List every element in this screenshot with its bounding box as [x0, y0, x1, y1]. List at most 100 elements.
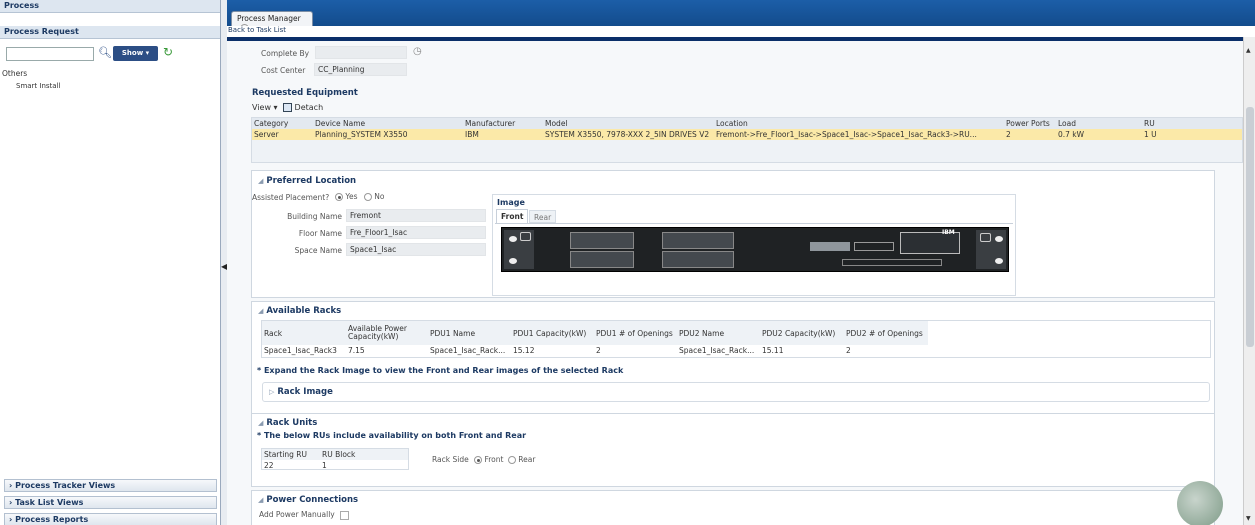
available-racks-table: Rack Available Power Capacity(kW) PDU1 N… [261, 320, 1211, 358]
preferred-location-label: Preferred Location [266, 176, 357, 186]
tab-rear[interactable]: Rear [529, 210, 557, 223]
tab-front[interactable]: Front [496, 209, 529, 223]
yes-label: Yes [345, 192, 358, 201]
collapse-icon: ◢ [258, 496, 264, 504]
rack-units-title[interactable]: ◢ Rack Units [258, 418, 317, 428]
tab-divider [495, 223, 1013, 224]
yes-radio[interactable] [335, 193, 343, 201]
scroll-up-icon[interactable]: ▲ [1246, 47, 1251, 54]
collapse-icon: ◢ [258, 177, 264, 185]
search-input[interactable] [6, 47, 94, 61]
building-name-label: Building Name [287, 212, 342, 221]
sidebar-item-smart-install[interactable]: Smart Install [16, 82, 60, 90]
power-connections-panel: ◢ Power Connections Add Power Manually [251, 490, 1215, 525]
drive-bay [662, 251, 734, 268]
collapse-icon: ◢ [258, 307, 264, 315]
requested-equipment-title: Requested Equipment [252, 88, 358, 98]
back-to-task-list-link[interactable]: Back to Task List [227, 26, 1255, 37]
cost-center-field: CC_Planning [314, 63, 407, 76]
rack-side-group: Rack Side Front Rear [432, 455, 535, 464]
rear-radio[interactable] [507, 456, 516, 464]
column-header[interactable]: PDU2 # of Openings [844, 321, 928, 345]
column-header[interactable]: Rack [262, 321, 346, 345]
space-name-field: Space1_Isac [346, 243, 486, 256]
show-button[interactable]: Show ▾ [113, 46, 158, 61]
main-area: Process Manager ✕ Back to Task List Comp… [227, 0, 1255, 525]
table-cell: 2 [846, 346, 851, 355]
front-radio[interactable] [474, 456, 483, 464]
process-header: Process [0, 0, 220, 13]
column-header[interactable]: Load [1056, 118, 1142, 129]
refresh-icon[interactable]: ↻ [163, 45, 173, 59]
table-row[interactable]: Space1_Isac_Rack3 7.15 Space1_Isac_Rack.… [262, 345, 928, 356]
table-cell: 1 [322, 461, 327, 470]
table-row[interactable]: Server Planning_SYSTEM X3550 IBM SYSTEM … [252, 129, 1242, 140]
floor-name-label: Floor Name [298, 229, 342, 238]
rack-image-header[interactable]: ▷ Rack Image [269, 387, 333, 397]
tab-process-manager[interactable]: Process Manager ✕ [231, 11, 313, 33]
available-racks-panel: ◢ Available Racks Rack Available Power C… [251, 301, 1215, 418]
building-name-field: Fremont [346, 209, 486, 222]
calendar-icon[interactable]: ◷ [413, 46, 422, 57]
rack-units-label: Rack Units [266, 418, 318, 428]
column-header[interactable]: PDU1 # of Openings [594, 321, 677, 345]
assisted-placement-radio-group: Yes No [335, 192, 384, 201]
process-reports-label: Process Reports [15, 515, 89, 524]
table-row[interactable]: 22 1 [262, 460, 408, 471]
power-connections-title[interactable]: ◢ Power Connections [258, 495, 358, 505]
expand-icon: › [9, 498, 13, 507]
rear-label: Rear [518, 455, 536, 464]
column-header[interactable]: PDU2 Capacity(kW) [760, 321, 844, 345]
preferred-location-panel: ◢ Preferred Location Assisted Placement?… [251, 170, 1215, 298]
task-list-views-panel[interactable]: › Task List Views [4, 496, 217, 509]
chevron-down-icon: ▾ [273, 103, 278, 112]
column-header[interactable]: Model [543, 118, 714, 129]
column-header[interactable]: Location [714, 118, 1004, 129]
column-header[interactable]: Manufacturer [463, 118, 543, 129]
detach-label: Detach [294, 103, 324, 112]
table-cell: IBM [465, 130, 479, 139]
search-icon[interactable]: 🔍︎ [98, 46, 112, 59]
show-button-label: Show [121, 49, 144, 57]
preferred-location-title[interactable]: ◢ Preferred Location [258, 176, 356, 186]
rack-image-section[interactable]: ▷ Rack Image [262, 382, 1210, 402]
available-racks-title[interactable]: ◢ Available Racks [258, 306, 341, 316]
column-header[interactable]: Starting RU [262, 449, 320, 460]
content-pane: Complete By ◷ Cost Center CC_Planning Re… [227, 37, 1243, 525]
table-cell: 22 [264, 461, 274, 470]
table-cell: 0.7 kW [1058, 130, 1085, 139]
column-header[interactable]: RU [1142, 118, 1242, 129]
column-header[interactable]: PDU1 Name [428, 321, 511, 345]
process-tracker-views-panel[interactable]: › Process Tracker Views [4, 479, 217, 492]
column-header[interactable]: PDU1 Capacity(kW) [511, 321, 594, 345]
drive-bay [662, 232, 734, 249]
vertical-scrollbar[interactable]: ▲ ▼ [1243, 37, 1255, 525]
drive-bay [570, 232, 634, 249]
column-header[interactable]: Device Name [313, 118, 463, 129]
column-header[interactable]: RU Block [320, 449, 408, 460]
process-request-header[interactable]: Process Request [0, 26, 220, 39]
table-cell: Space1_Isac_Rack... [430, 346, 506, 355]
expand-icon: › [9, 481, 13, 490]
status-orb-icon [1177, 481, 1223, 525]
table-cell: Space1_Isac_Rack3 [264, 346, 337, 355]
column-header[interactable]: Power Ports [1004, 118, 1056, 129]
others-label: Others [2, 69, 28, 78]
reset-button-icon [980, 233, 991, 242]
complete-by-field [315, 46, 407, 59]
front-label: Front [484, 455, 504, 464]
no-radio[interactable] [363, 193, 372, 201]
add-power-manually-checkbox[interactable] [340, 510, 350, 520]
detach-button[interactable]: Detach [283, 103, 323, 112]
column-header[interactable]: Category [252, 118, 313, 129]
process-reports-panel[interactable]: › Process Reports [4, 513, 217, 525]
server-latch-icon [995, 258, 1003, 264]
column-header[interactable]: PDU2 Name [677, 321, 760, 345]
table-cell: 2 [596, 346, 601, 355]
scrollbar-thumb[interactable] [1246, 107, 1254, 347]
view-menu[interactable]: View ▾ [252, 103, 278, 112]
column-header[interactable]: Available Power Capacity(kW) [346, 321, 428, 345]
server-front-image: IBM [501, 227, 1009, 272]
scroll-down-icon[interactable]: ▼ [1246, 515, 1251, 522]
table-cell: SYSTEM X3550, 7978-XXX 2_5IN DRIVES V2 [545, 130, 710, 139]
